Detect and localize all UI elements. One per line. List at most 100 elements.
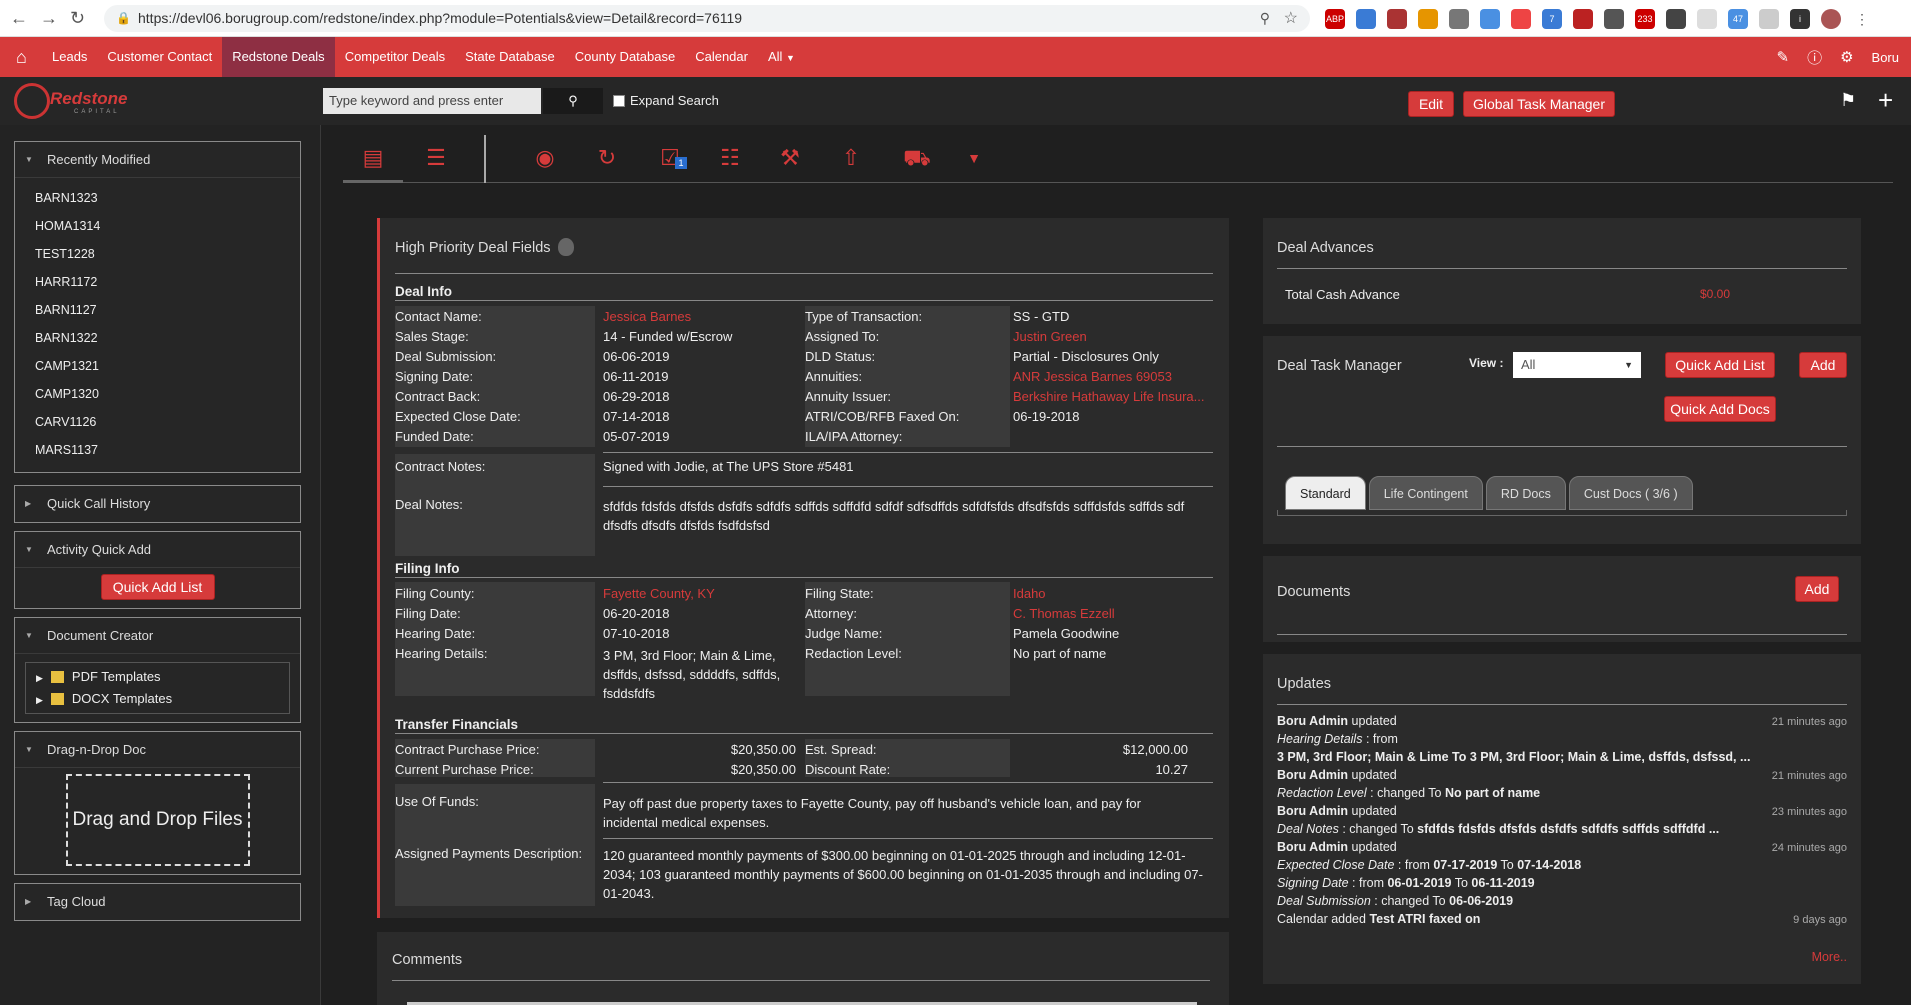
user-menu[interactable]: Boru [1872, 50, 1899, 65]
add-task-button[interactable]: Add [1799, 352, 1847, 378]
update-user[interactable]: Boru Admin [1277, 768, 1348, 782]
key-icon[interactable]: ⚲ [1260, 5, 1270, 32]
bookmark-star-icon[interactable]: ☆ [1284, 5, 1298, 32]
shield-icon[interactable] [1573, 9, 1593, 29]
info-icon[interactable]: ⓘ [1807, 47, 1822, 68]
extension-icon[interactable]: 47 [1728, 9, 1748, 29]
back-icon[interactable]: ← [10, 8, 28, 29]
nav-all[interactable]: All ▼ [758, 37, 805, 77]
extension-icon[interactable] [1356, 9, 1376, 29]
recent-item[interactable]: HARR1172 [35, 268, 300, 296]
recently-modified-header[interactable]: ▼ Recently Modified [15, 142, 300, 178]
annuity-issuer-link[interactable]: Berkshire Hathaway Life Insura... [1013, 389, 1204, 404]
annuities-link[interactable]: ANR Jessica Barnes 69053 [1013, 369, 1172, 384]
search-input[interactable]: Type keyword and press enter [323, 88, 541, 114]
extension-icon[interactable] [1759, 9, 1779, 29]
recent-item[interactable]: CAMP1321 [35, 352, 300, 380]
gear-icon[interactable]: ⚙ [1840, 48, 1853, 66]
calendar-icon[interactable]: 233 [1635, 9, 1655, 29]
recent-item[interactable]: MARS1137 [35, 436, 300, 464]
tree-item-pdf[interactable]: ▶ PDF Templates [26, 666, 289, 688]
filing-state-link[interactable]: Idaho [1013, 586, 1046, 601]
assigned-to-link[interactable]: Justin Green [1013, 329, 1087, 344]
redstone-logo[interactable]: Redstone CAPITAL [14, 81, 144, 121]
nav-redstone-deals[interactable]: Redstone Deals [222, 37, 335, 77]
filing-county-link[interactable]: Fayette County, KY [603, 586, 715, 601]
update-field: Deal Notes [1277, 822, 1339, 836]
gavel-icon[interactable]: ⚒ [773, 143, 807, 173]
recent-item[interactable]: BARN1322 [35, 324, 300, 352]
tree-expand-icon[interactable]: ▶ [36, 695, 43, 705]
info-icon[interactable]: i [1790, 9, 1810, 29]
search-button[interactable]: ⚲ [543, 88, 603, 114]
drop-zone[interactable]: Drag and Drop Files [65, 774, 250, 866]
calendar-check-icon[interactable]: ☑ 1 [653, 143, 687, 173]
nav-calendar[interactable]: Calendar [685, 37, 758, 77]
update-user[interactable]: Boru Admin [1277, 714, 1348, 728]
reload-icon[interactable]: ↻ [70, 8, 85, 29]
more-updates-link[interactable]: More.. [1812, 950, 1847, 964]
tree-expand-icon[interactable]: ▶ [36, 673, 43, 683]
edit-button[interactable]: Edit [1408, 91, 1454, 117]
plus-icon[interactable]: + [1878, 85, 1893, 116]
extension-icon[interactable] [1418, 9, 1438, 29]
extension-icon[interactable] [1480, 9, 1500, 29]
extension-icon[interactable] [1449, 9, 1469, 29]
tag-cloud-header[interactable]: ▶ Tag Cloud [15, 884, 300, 920]
extension-icon[interactable] [1387, 9, 1407, 29]
recent-item[interactable]: TEST1228 [35, 240, 300, 268]
forward-icon[interactable]: → [40, 8, 58, 29]
extension-icon[interactable] [1604, 9, 1624, 29]
add-document-button[interactable]: Add [1795, 576, 1839, 602]
more-dropdown-icon[interactable]: ▼ [957, 143, 991, 173]
extension-icon[interactable]: 7 [1542, 9, 1562, 29]
quick-add-list-button[interactable]: Quick Add List [1665, 352, 1775, 378]
pencil-icon[interactable]: ✎ [1776, 48, 1789, 66]
document-creator-header[interactable]: ▼ Document Creator [15, 618, 300, 654]
nav-state-database[interactable]: State Database [455, 37, 565, 77]
adblock-icon[interactable]: ABP [1325, 9, 1345, 29]
extension-icon[interactable] [1697, 9, 1717, 29]
recent-item[interactable]: BARN1127 [35, 296, 300, 324]
document-icon[interactable]: ☷ [713, 143, 747, 173]
recent-item[interactable]: BARN1323 [35, 184, 300, 212]
summary-card-icon[interactable]: ▤ [356, 143, 390, 173]
upload-tray-icon[interactable]: ⇧ [834, 143, 868, 173]
tree-item-docx[interactable]: ▶ DOCX Templates [26, 688, 289, 710]
refresh-icon[interactable]: ↻ [590, 143, 624, 173]
checkbox-box[interactable] [613, 95, 625, 107]
extension-icon[interactable] [1511, 9, 1531, 29]
nav-county-database[interactable]: County Database [565, 37, 685, 77]
expand-search-checkbox[interactable]: Expand Search [613, 93, 719, 108]
home-icon[interactable]: ⌂ [16, 47, 27, 68]
tab-standard[interactable]: Standard [1285, 476, 1366, 510]
browser-menu-icon[interactable]: ⋮ [1852, 9, 1872, 29]
quick-add-docs-button[interactable]: Quick Add Docs [1664, 396, 1776, 422]
quick-call-history-header[interactable]: ▶ Quick Call History [15, 486, 300, 522]
profile-avatar[interactable] [1821, 9, 1841, 29]
layers-icon[interactable]: ☰ [419, 143, 453, 173]
address-bar[interactable]: 🔒 https://devl06.borugroup.com/redstone/… [104, 5, 1310, 32]
nav-competitor-deals[interactable]: Competitor Deals [335, 37, 455, 77]
truck-icon[interactable]: ⛟ [900, 143, 934, 173]
tab-rd-docs[interactable]: RD Docs [1485, 476, 1566, 510]
global-task-manager-button[interactable]: Global Task Manager [1463, 91, 1615, 117]
view-select[interactable]: All ▼ [1513, 352, 1641, 378]
drag-n-drop-header[interactable]: ▼ Drag-n-Drop Doc [15, 732, 300, 768]
nav-leads[interactable]: Leads [42, 37, 97, 77]
activity-quick-add-header[interactable]: ▼ Activity Quick Add [15, 532, 300, 568]
extension-icon[interactable] [1666, 9, 1686, 29]
contact-name-link[interactable]: Jessica Barnes [603, 309, 691, 324]
update-user[interactable]: Boru Admin [1277, 840, 1348, 854]
recent-item[interactable]: CARV1126 [35, 408, 300, 436]
pin-icon[interactable]: ⚑ [1840, 90, 1856, 111]
recent-item[interactable]: HOMA1314 [35, 212, 300, 240]
nav-customer-contact[interactable]: Customer Contact [97, 37, 222, 77]
tab-cust-docs[interactable]: Cust Docs ( 3/6 ) [1568, 476, 1693, 510]
quick-add-list-button[interactable]: Quick Add List [100, 574, 215, 600]
tab-life-contingent[interactable]: Life Contingent [1368, 476, 1483, 510]
recent-item[interactable]: CAMP1320 [35, 380, 300, 408]
update-user[interactable]: Boru Admin [1277, 804, 1348, 818]
attorney-link[interactable]: C. Thomas Ezzell [1013, 606, 1115, 621]
comment-icon[interactable]: ◉ [528, 143, 562, 173]
